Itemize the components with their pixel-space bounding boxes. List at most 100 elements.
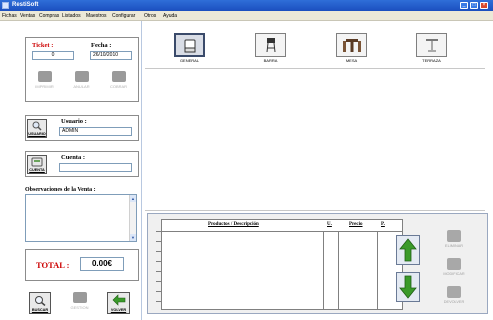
observaciones-textarea[interactable]: ▲ ▼ bbox=[25, 194, 137, 242]
cuenta-panel: CUENTA Cuenta : bbox=[25, 151, 139, 177]
category-general-frame bbox=[174, 33, 205, 57]
window-title: RestiSoft bbox=[12, 2, 39, 8]
devolver-label: DEVOLVER bbox=[443, 300, 465, 304]
category-barra-button[interactable]: BARRA bbox=[255, 33, 286, 67]
usuario-label: Usuario : bbox=[61, 118, 87, 125]
menu-otros[interactable]: Otros bbox=[144, 12, 156, 20]
col-header-producto[interactable]: Productos / Descripción bbox=[208, 222, 259, 227]
usuario-button-label: USUARIO bbox=[28, 132, 46, 136]
row-markers bbox=[150, 231, 161, 311]
delete-line-icon bbox=[447, 230, 461, 242]
ticket-label: Ticket : bbox=[32, 42, 54, 49]
menu-maestros[interactable]: Maestros bbox=[86, 12, 107, 20]
minimize-button[interactable]: _ bbox=[460, 2, 468, 9]
menu-ventas[interactable]: Ventas bbox=[20, 12, 35, 20]
scroll-up-icon[interactable]: ▲ bbox=[130, 195, 136, 202]
table-header-divider bbox=[162, 231, 402, 232]
buscar-label: BUSCAR bbox=[31, 308, 49, 312]
return-line-icon bbox=[447, 286, 461, 298]
menu-configurar[interactable]: Configurar bbox=[112, 12, 135, 20]
menu-fichas[interactable]: Fichas bbox=[2, 12, 17, 20]
menu-compras[interactable]: Compras bbox=[39, 12, 59, 20]
table-icon bbox=[342, 39, 361, 52]
modificar-button[interactable]: MODIFICAR bbox=[441, 256, 467, 282]
volver-button[interactable]: VOLVER bbox=[107, 292, 130, 314]
cuenta-button-label: CUENTA bbox=[29, 168, 45, 172]
usuario-field[interactable]: ADMIN bbox=[59, 127, 132, 136]
cuenta-button[interactable]: CUENTA bbox=[27, 155, 47, 174]
table-column-divider bbox=[323, 231, 324, 309]
usuario-panel: USUARIO Usuario : ADMIN bbox=[25, 115, 139, 141]
search-icon bbox=[35, 296, 46, 307]
green-down-arrow-icon bbox=[399, 275, 417, 299]
scroll-up-button[interactable] bbox=[396, 235, 420, 265]
green-up-arrow-icon bbox=[399, 238, 417, 262]
fecha-field[interactable]: 26/10/2010 bbox=[90, 51, 132, 60]
management-icon bbox=[72, 292, 87, 303]
back-arrow-icon bbox=[112, 294, 125, 306]
app-icon bbox=[2, 2, 9, 9]
col-header-unidades[interactable]: U. bbox=[327, 222, 332, 227]
gestion-button[interactable]: GESTION bbox=[67, 292, 92, 314]
bar-stool-icon bbox=[266, 38, 275, 53]
edit-line-icon bbox=[447, 258, 461, 270]
category-mesa-button[interactable]: MESA bbox=[336, 33, 367, 67]
total-panel: TOTAL : 0.00€ bbox=[25, 249, 139, 281]
buscar-button[interactable]: BUSCAR bbox=[29, 292, 51, 314]
cancel-ticket-icon bbox=[74, 71, 89, 82]
anular-label: ANULAR bbox=[73, 84, 90, 89]
col-header-precio[interactable]: Precio bbox=[349, 222, 363, 227]
products-panel: Productos / Descripción U. Precio P. ELI… bbox=[147, 213, 488, 314]
menu-ayuda[interactable]: Ayuda bbox=[163, 12, 177, 20]
volver-label: VOLVER bbox=[110, 308, 127, 312]
gestion-label: GESTION bbox=[70, 305, 89, 310]
imprimir-button[interactable]: IMPRIMIR bbox=[32, 71, 57, 93]
table-column-divider bbox=[338, 231, 339, 309]
category-general-label: GENERAL bbox=[179, 58, 200, 63]
account-icon bbox=[31, 157, 43, 167]
maximize-button[interactable]: □ bbox=[470, 2, 478, 9]
category-terraza-button[interactable]: TERRAZA bbox=[416, 33, 447, 67]
menu-listados[interactable]: Listados bbox=[62, 12, 81, 20]
menu-bar: Fichas Ventas Compras Listados Maestros … bbox=[0, 11, 493, 21]
category-general-button[interactable]: GENERAL bbox=[174, 33, 205, 67]
category-terraza-label: TERRAZA bbox=[422, 58, 441, 63]
cash-register-icon bbox=[111, 71, 126, 82]
observaciones-label: Observaciones de la Venta : bbox=[25, 187, 96, 193]
col-header-p[interactable]: P. bbox=[381, 222, 385, 227]
cobrar-label: COBRAR bbox=[109, 84, 128, 89]
observaciones-scrollbar[interactable]: ▲ ▼ bbox=[129, 195, 136, 241]
cobrar-button[interactable]: COBRAR bbox=[106, 71, 131, 93]
scroll-down-icon[interactable]: ▼ bbox=[130, 234, 136, 241]
ticket-panel: Ticket : 0 Fecha : 26/10/2010 IMPRIMIR A… bbox=[25, 37, 139, 102]
terrace-table-icon bbox=[425, 39, 438, 52]
ticket-number-field[interactable]: 0 bbox=[32, 51, 74, 60]
category-barra-frame bbox=[255, 33, 286, 57]
scroll-down-button[interactable] bbox=[396, 272, 420, 302]
usuario-button[interactable]: USUARIO bbox=[27, 119, 47, 138]
window-titlebar: RestiSoft _ □ × bbox=[0, 0, 493, 11]
table-column-divider bbox=[377, 231, 378, 309]
close-button[interactable]: × bbox=[480, 2, 488, 9]
cuenta-field[interactable] bbox=[59, 163, 132, 172]
eliminar-button[interactable]: ELIMINAR bbox=[441, 228, 467, 254]
devolver-button[interactable]: DEVOLVER bbox=[441, 284, 467, 310]
imprimir-label: IMPRIMIR bbox=[35, 84, 54, 89]
modificar-label: MODIFICAR bbox=[443, 272, 465, 276]
eliminar-label: ELIMINAR bbox=[445, 244, 463, 248]
category-separator bbox=[145, 68, 485, 69]
general-icon bbox=[184, 39, 195, 53]
category-barra-label: BARRA bbox=[263, 58, 278, 63]
category-mesa-label: MESA bbox=[345, 58, 358, 63]
products-separator bbox=[145, 210, 485, 211]
magnifier-icon bbox=[32, 121, 42, 131]
category-terraza-frame bbox=[416, 33, 447, 57]
anular-button[interactable]: ANULAR bbox=[69, 71, 94, 93]
total-value: 0.00€ bbox=[80, 257, 124, 271]
category-mesa-frame bbox=[336, 33, 367, 57]
fecha-label: Fecha : bbox=[91, 42, 112, 49]
products-table[interactable]: Productos / Descripción U. Precio P. bbox=[161, 219, 403, 310]
printer-icon bbox=[37, 71, 52, 82]
total-label: TOTAL : bbox=[36, 260, 70, 270]
cuenta-label: Cuenta : bbox=[61, 154, 86, 161]
